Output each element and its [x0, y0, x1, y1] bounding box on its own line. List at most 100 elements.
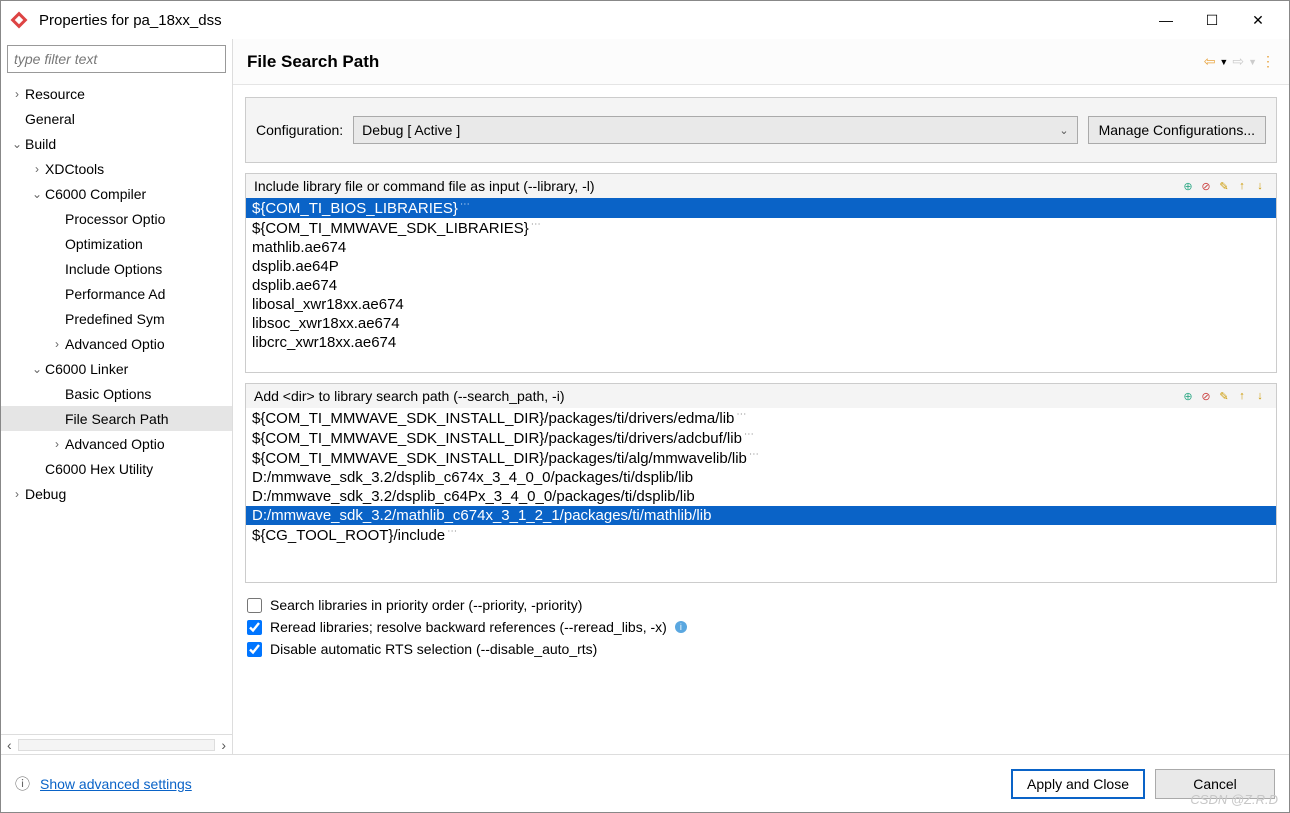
delete-icon[interactable]: ⊘: [1198, 178, 1214, 194]
tree-item-label: Predefined Sym: [65, 311, 165, 327]
add-icon[interactable]: ⊕: [1180, 388, 1196, 404]
tree-expander-icon[interactable]: ›: [9, 487, 25, 501]
list-item[interactable]: ${COM_TI_MMWAVE_SDK_INSTALL_DIR}/package…: [246, 408, 1276, 428]
macro-indicator-icon: ⋯: [749, 449, 759, 460]
configuration-select[interactable]: Debug [ Active ] ⌄: [353, 116, 1077, 144]
checkbox-row[interactable]: Reread libraries; resolve backward refer…: [247, 619, 1275, 635]
tree-expander-icon[interactable]: ⌄: [29, 362, 45, 376]
edit-icon[interactable]: ✎: [1216, 178, 1232, 194]
tree-expander-icon[interactable]: ›: [49, 337, 65, 351]
configuration-bar: Configuration: Debug [ Active ] ⌄ Manage…: [245, 97, 1277, 163]
list-item[interactable]: libosal_xwr18xx.ae674: [246, 295, 1276, 314]
help-icon[interactable]: ⓘ: [15, 773, 30, 794]
list-item[interactable]: dsplib.ae64P: [246, 257, 1276, 276]
tree-item[interactable]: ⌄C6000 Compiler: [1, 181, 232, 206]
move-down-icon[interactable]: ↓: [1252, 388, 1268, 404]
manage-configurations-button[interactable]: Manage Configurations...: [1088, 116, 1266, 144]
tree-item-label: C6000 Compiler: [45, 186, 146, 202]
move-down-icon[interactable]: ↓: [1252, 178, 1268, 194]
tree-item[interactable]: Predefined Sym: [1, 306, 232, 331]
tree-item[interactable]: Basic Options: [1, 381, 232, 406]
tree-expander-icon[interactable]: ⌄: [9, 137, 25, 151]
search-path-list[interactable]: ${COM_TI_MMWAVE_SDK_INSTALL_DIR}/package…: [246, 408, 1276, 582]
list-item[interactable]: ${COM_TI_BIOS_LIBRARIES}⋯: [246, 198, 1276, 218]
tree-item-label: Include Options: [65, 261, 162, 277]
tree-item[interactable]: File Search Path: [1, 406, 232, 431]
checkbox-row[interactable]: Disable automatic RTS selection (--disab…: [247, 641, 1275, 657]
list-item[interactable]: libcrc_xwr18xx.ae674: [246, 333, 1276, 352]
tree-expander-icon[interactable]: ›: [49, 437, 65, 451]
minimize-button[interactable]: —: [1143, 5, 1189, 35]
maximize-button[interactable]: ☐: [1189, 5, 1235, 35]
move-up-icon[interactable]: ↑: [1234, 178, 1250, 194]
tree-item[interactable]: ⌄C6000 Linker: [1, 356, 232, 381]
tree-item[interactable]: ›Advanced Optio: [1, 331, 232, 356]
tree-expander-icon[interactable]: ⌄: [29, 187, 45, 201]
tree-item-label: Debug: [25, 486, 66, 502]
list-item[interactable]: ${COM_TI_MMWAVE_SDK_LIBRARIES}⋯: [246, 218, 1276, 238]
list-item[interactable]: mathlib.ae674: [246, 238, 1276, 257]
sidebar-scrollbar[interactable]: ‹ ›: [1, 734, 232, 754]
tree-item[interactable]: ⌄Build: [1, 131, 232, 156]
category-tree: ›ResourceGeneral⌄Build›XDCtools⌄C6000 Co…: [1, 79, 232, 734]
cancel-button[interactable]: Cancel: [1155, 769, 1275, 799]
list-item[interactable]: ${COM_TI_MMWAVE_SDK_INSTALL_DIR}/package…: [246, 448, 1276, 468]
chevron-down-icon: ⌄: [1059, 124, 1068, 137]
tree-item[interactable]: ›Advanced Optio: [1, 431, 232, 456]
list-item[interactable]: D:/mmwave_sdk_3.2/dsplib_c64Px_3_4_0_0/p…: [246, 487, 1276, 506]
list-item[interactable]: libsoc_xwr18xx.ae674: [246, 314, 1276, 333]
checkbox[interactable]: [247, 620, 262, 635]
search-path-section: Add <dir> to library search path (--sear…: [245, 383, 1277, 583]
tree-item-label: Performance Ad: [65, 286, 165, 302]
checkbox-row[interactable]: Search libraries in priority order (--pr…: [247, 597, 1275, 613]
titlebar: Properties for pa_18xx_dss — ☐ ✕: [1, 1, 1289, 39]
checkbox-label: Reread libraries; resolve backward refer…: [270, 619, 667, 635]
list-item[interactable]: ${CG_TOOL_ROOT}/include⋯: [246, 525, 1276, 545]
apply-and-close-button[interactable]: Apply and Close: [1011, 769, 1145, 799]
nav-back-icon[interactable]: ⇦: [1204, 53, 1216, 70]
tree-item[interactable]: Optimization: [1, 231, 232, 256]
add-icon[interactable]: ⊕: [1180, 178, 1196, 194]
filter-input[interactable]: type filter text: [7, 45, 226, 73]
tree-item[interactable]: ›Debug: [1, 481, 232, 506]
tree-item[interactable]: Processor Optio: [1, 206, 232, 231]
library-files-section: Include library file or command file as …: [245, 173, 1277, 373]
nav-fwd-icon[interactable]: ⇨: [1232, 53, 1244, 70]
show-advanced-link[interactable]: Show advanced settings: [40, 776, 192, 792]
scroll-left-icon[interactable]: ‹: [7, 737, 12, 753]
list-item[interactable]: ${COM_TI_MMWAVE_SDK_INSTALL_DIR}/package…: [246, 428, 1276, 448]
nav-fwd-menu-icon[interactable]: ▼: [1248, 57, 1257, 67]
close-button[interactable]: ✕: [1235, 5, 1281, 35]
library-files-header: Include library file or command file as …: [254, 178, 1180, 194]
tree-item[interactable]: General: [1, 106, 232, 131]
move-up-icon[interactable]: ↑: [1234, 388, 1250, 404]
tree-item-label: C6000 Hex Utility: [45, 461, 153, 477]
checkbox[interactable]: [247, 598, 262, 613]
checkbox[interactable]: [247, 642, 262, 657]
scroll-right-icon[interactable]: ›: [221, 737, 226, 753]
macro-indicator-icon: ⋯: [736, 409, 746, 420]
configuration-value: Debug [ Active ]: [362, 122, 460, 138]
tree-item[interactable]: Performance Ad: [1, 281, 232, 306]
list-item[interactable]: D:/mmwave_sdk_3.2/mathlib_c674x_3_1_2_1/…: [246, 506, 1276, 525]
tree-item-label: Advanced Optio: [65, 436, 165, 452]
tree-expander-icon[interactable]: ›: [29, 162, 45, 176]
tree-item[interactable]: Include Options: [1, 256, 232, 281]
tree-item[interactable]: C6000 Hex Utility: [1, 456, 232, 481]
checkbox-label: Search libraries in priority order (--pr…: [270, 597, 582, 613]
tree-expander-icon[interactable]: ›: [9, 87, 25, 101]
info-icon[interactable]: i: [675, 621, 687, 633]
tree-item-label: Optimization: [65, 236, 143, 252]
nav-menu-icon[interactable]: ⋮: [1261, 53, 1275, 70]
tree-item[interactable]: ›XDCtools: [1, 156, 232, 181]
tree-item[interactable]: ›Resource: [1, 81, 232, 106]
nav-back-menu-icon[interactable]: ▼: [1219, 57, 1228, 67]
edit-icon[interactable]: ✎: [1216, 388, 1232, 404]
tree-item-label: C6000 Linker: [45, 361, 128, 377]
macro-indicator-icon: ⋯: [447, 526, 457, 537]
list-item[interactable]: dsplib.ae674: [246, 276, 1276, 295]
delete-icon[interactable]: ⊘: [1198, 388, 1214, 404]
library-files-list[interactable]: ${COM_TI_BIOS_LIBRARIES}⋯${COM_TI_MMWAVE…: [246, 198, 1276, 372]
properties-dialog: Properties for pa_18xx_dss — ☐ ✕ type fi…: [0, 0, 1290, 813]
list-item[interactable]: D:/mmwave_sdk_3.2/dsplib_c674x_3_4_0_0/p…: [246, 468, 1276, 487]
